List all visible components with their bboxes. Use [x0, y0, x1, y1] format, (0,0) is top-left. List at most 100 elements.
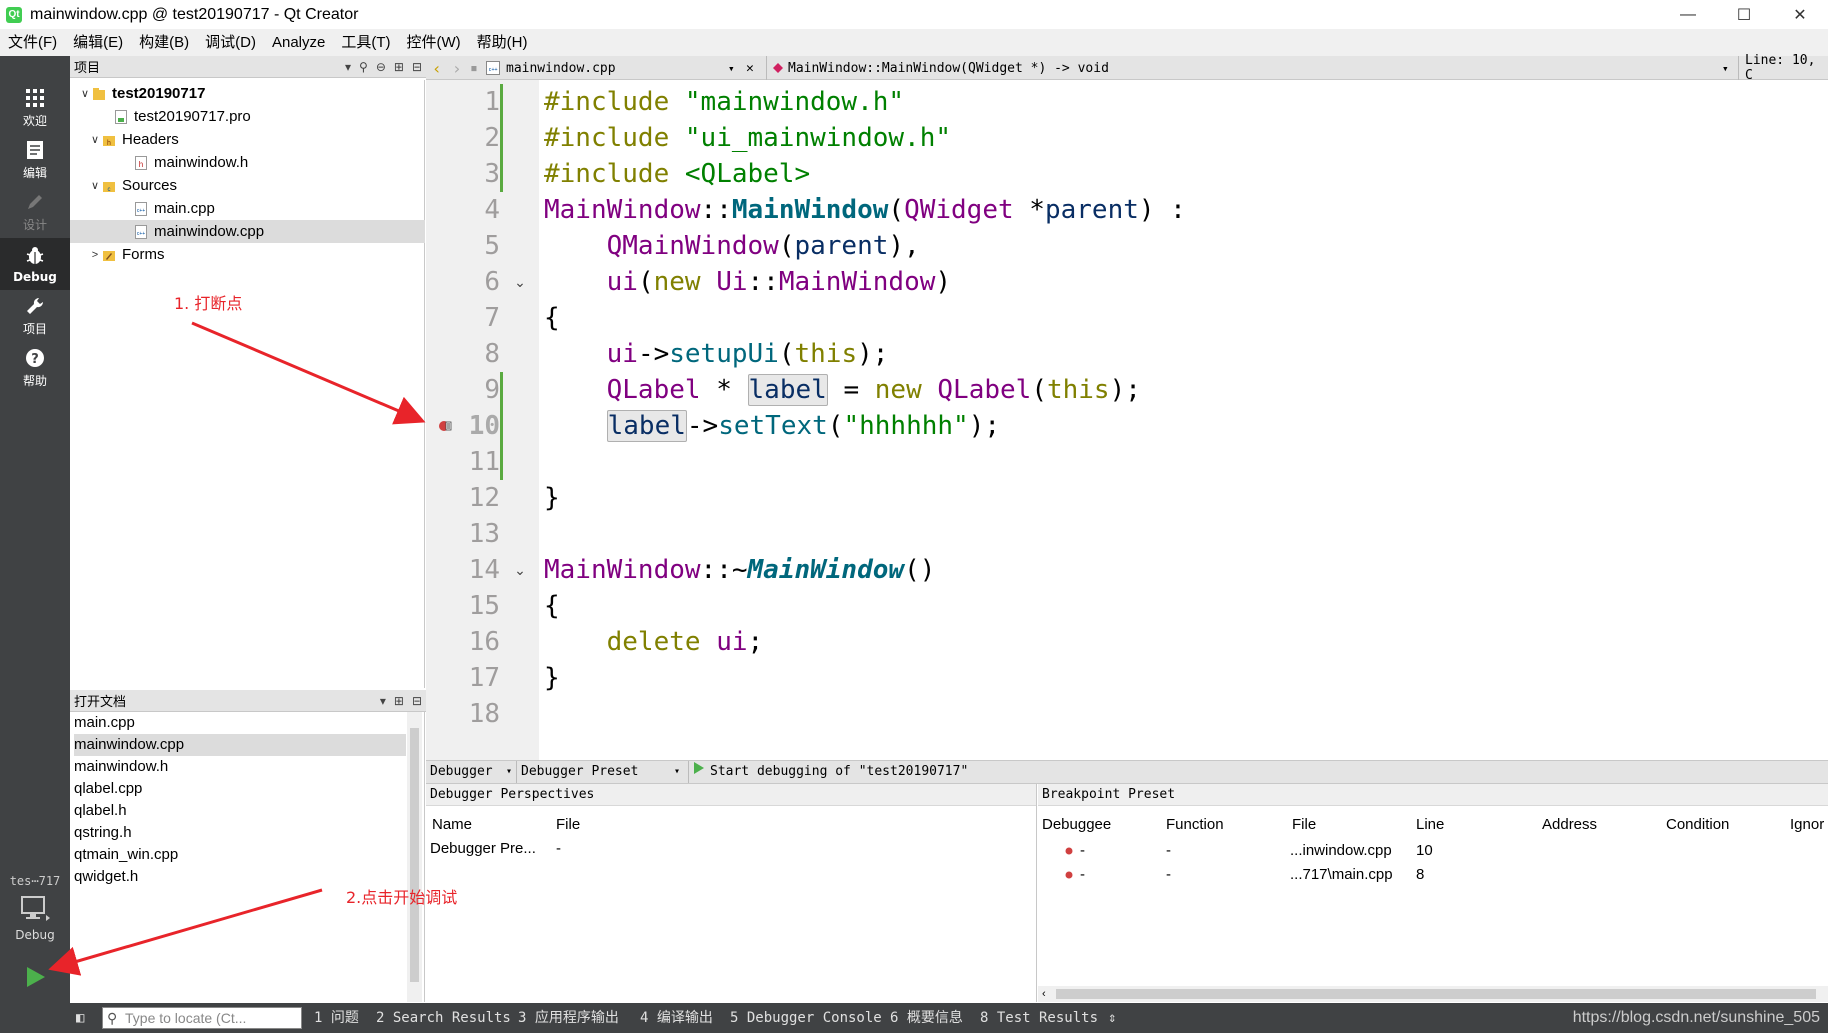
mode-debug[interactable]: Debug — [0, 238, 70, 290]
table-cell[interactable]: - — [1080, 840, 1085, 862]
scrollbar-thumb[interactable] — [410, 728, 419, 982]
list-item[interactable]: mainwindow.cpp — [74, 734, 406, 756]
mode-design[interactable]: 设计 — [0, 186, 70, 238]
column-header[interactable]: Function — [1166, 814, 1224, 836]
file-dropdown-icon[interactable]: ▾ — [728, 56, 735, 80]
horizontal-scrollbar[interactable]: ‹ — [1038, 986, 1828, 1002]
menu-edit[interactable]: 编辑(E) — [65, 29, 131, 56]
list-item[interactable]: mainwindow.h — [74, 756, 406, 778]
tab-application-output[interactable]: 3 应用程序输出 — [518, 1003, 619, 1033]
dropdown-arrow-icon[interactable]: ▾ — [674, 761, 680, 783]
menu-help[interactable]: 帮助(H) — [469, 29, 536, 56]
symbol-dropdown-icon[interactable]: ▾ — [1722, 56, 1729, 80]
tree-item-label: Headers — [122, 131, 179, 148]
tab-general-messages[interactable]: 6 概要信息 — [890, 1003, 963, 1033]
mode-edit[interactable]: 编辑 — [0, 134, 70, 186]
split-icon[interactable]: ⊞ — [394, 60, 404, 74]
kit-selector-monitor-icon[interactable] — [20, 896, 50, 921]
preset-selector[interactable]: Debugger Preset — [516, 761, 638, 783]
table-cell[interactable]: ...717\main.cpp — [1290, 864, 1393, 886]
chevron-down-icon[interactable]: ∨ — [88, 179, 102, 192]
table-cell[interactable]: 10 — [1416, 840, 1433, 862]
scroll-left-icon[interactable]: ‹ — [1042, 986, 1046, 1002]
scrollbar-thumb[interactable] — [1056, 989, 1816, 999]
link-icon[interactable]: ⊖ — [376, 60, 386, 74]
run-button[interactable] — [20, 962, 50, 992]
current-symbol[interactable]: MainWindow::MainWindow(QWidget *) -> voi… — [788, 56, 1109, 80]
tree-item-project[interactable]: ∨ test20190717 — [70, 82, 425, 105]
table-cell[interactable]: - — [556, 838, 561, 860]
table-cell[interactable]: - — [1166, 864, 1171, 886]
list-item[interactable]: qlabel.h — [74, 800, 406, 822]
dropdown-arrow-icon[interactable]: ▾ — [380, 694, 386, 708]
menu-build[interactable]: 构建(B) — [131, 29, 197, 56]
list-item[interactable]: qlabel.cpp — [74, 778, 406, 800]
editor-gutter[interactable]: 1 2 3 4 5 6 7 8 9 10 11 12 13 14 15 16 1… — [426, 80, 539, 760]
locator-input[interactable]: ⚲ Type to locate (Ct... — [102, 1007, 302, 1029]
chevron-right-icon[interactable]: > — [88, 249, 102, 261]
menu-tools[interactable]: 工具(T) — [333, 29, 398, 56]
mode-help[interactable]: ? 帮助 — [0, 342, 70, 394]
back-arrow-icon[interactable]: ‹ — [432, 56, 442, 80]
tab-search-results[interactable]: 2 Search Results — [376, 1003, 511, 1033]
chevron-down-icon[interactable]: ∨ — [88, 133, 102, 146]
menu-file[interactable]: 文件(F) — [0, 29, 65, 56]
tree-item-sources[interactable]: ∨ c Sources — [70, 174, 425, 197]
mode-projects[interactable]: 项目 — [0, 290, 70, 342]
table-cell[interactable]: Debugger Pre... — [430, 838, 536, 860]
list-item[interactable]: qstring.h — [74, 822, 406, 844]
close-pane-icon[interactable]: ⊟ — [412, 694, 422, 708]
menu-widgets[interactable]: 控件(W) — [399, 29, 469, 56]
code-editor[interactable]: 1 2 3 4 5 6 7 8 9 10 11 12 13 14 15 16 1… — [426, 80, 1828, 760]
menu-analyze[interactable]: Analyze — [264, 29, 333, 56]
current-file-name[interactable]: mainwindow.cpp — [506, 56, 616, 80]
minimize-button[interactable]: — — [1660, 0, 1716, 29]
column-header[interactable]: File — [556, 814, 580, 836]
table-cell[interactable]: - — [1166, 840, 1171, 862]
start-debugging-label[interactable]: Start debugging of "test20190717" — [710, 761, 968, 783]
debugger-selector[interactable]: Debugger — [430, 761, 493, 783]
tab-debugger-console[interactable]: 5 Debugger Console — [730, 1003, 882, 1033]
dropdown-arrow-icon[interactable]: ▾ — [345, 60, 351, 74]
table-cell[interactable]: 8 — [1416, 864, 1424, 886]
start-debug-icon[interactable] — [688, 761, 705, 783]
tabs-menu-icon[interactable]: ⇕ — [1108, 1003, 1116, 1033]
breakpoint-marker-icon[interactable] — [438, 408, 452, 444]
column-header[interactable]: Condition — [1666, 814, 1729, 836]
column-header[interactable]: Ignor — [1790, 814, 1824, 836]
mode-welcome[interactable]: 欢迎 — [0, 82, 70, 134]
tree-item-header-file[interactable]: h mainwindow.h — [70, 151, 425, 174]
forward-arrow-icon[interactable]: › — [452, 56, 462, 80]
filter-icon[interactable]: ⚲ — [359, 60, 368, 74]
tab-test-results[interactable]: 8 Test Results — [980, 1003, 1098, 1033]
tab-compile-output[interactable]: 4 编译输出 — [640, 1003, 713, 1033]
column-header[interactable]: Line — [1416, 814, 1444, 836]
list-item[interactable]: qtmain_win.cpp — [74, 844, 406, 866]
tree-item-mainwindow-cpp[interactable]: c++ mainwindow.cpp — [70, 220, 425, 243]
tree-item-forms[interactable]: > Forms — [70, 243, 425, 266]
column-header[interactable]: Debuggee — [1042, 814, 1111, 836]
tree-item-pro-file[interactable]: test20190717.pro — [70, 105, 425, 128]
table-cell[interactable]: ...inwindow.cpp — [1290, 840, 1392, 862]
list-item[interactable]: main.cpp — [74, 712, 406, 734]
split-icon[interactable]: ⊞ — [394, 694, 404, 708]
dropdown-arrow-icon[interactable]: ▾ — [506, 761, 512, 783]
close-pane-icon[interactable]: ⊟ — [412, 60, 422, 74]
column-header[interactable]: Address — [1542, 814, 1597, 836]
tree-item-main-cpp[interactable]: c++ main.cpp — [70, 197, 425, 220]
maximize-button[interactable]: ☐ — [1716, 0, 1772, 29]
toggle-sidebar-icon[interactable]: ◧ — [76, 1003, 84, 1033]
chevron-down-icon[interactable]: ∨ — [78, 87, 92, 100]
tab-issues[interactable]: 1 问题 — [314, 1003, 359, 1033]
tree-item-headers[interactable]: ∨ h Headers — [70, 128, 425, 151]
table-cell[interactable]: - — [1080, 864, 1085, 886]
column-header[interactable]: File — [1292, 814, 1316, 836]
change-marker — [500, 372, 503, 480]
close-file-icon[interactable]: ✕ — [746, 56, 754, 80]
column-header[interactable]: Name — [432, 814, 472, 836]
docs-scrollbar[interactable] — [407, 712, 422, 1002]
fold-chevron-down-icon[interactable]: ⌄ — [512, 552, 528, 588]
close-button[interactable]: ✕ — [1772, 0, 1828, 29]
fold-chevron-down-icon[interactable]: ⌄ — [512, 264, 528, 300]
menu-debug[interactable]: 调试(D) — [197, 29, 264, 56]
